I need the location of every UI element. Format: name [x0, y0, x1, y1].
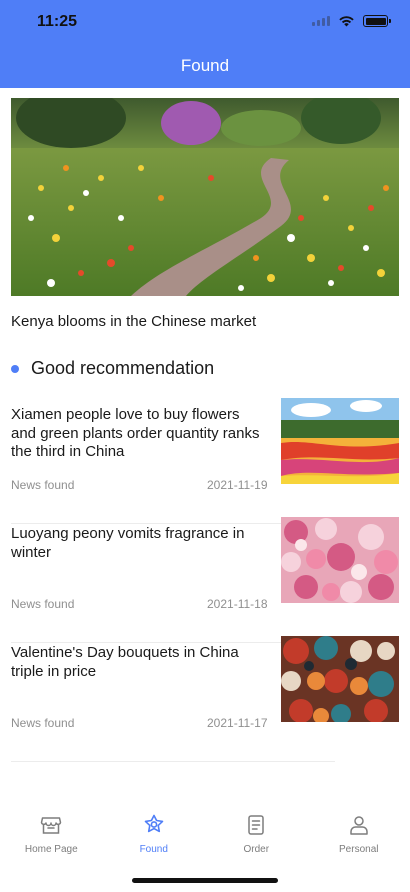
storefront-icon — [41, 817, 62, 834]
bullet-dot-icon — [11, 364, 19, 373]
banner-image[interactable] — [11, 98, 399, 296]
news-date: 2021-11-19 — [207, 478, 268, 492]
person-icon — [350, 816, 368, 835]
news-source: News found — [11, 478, 75, 492]
flower-garden-image — [11, 98, 399, 296]
news-title: Xiamen people love to buy flowers and gr… — [11, 406, 260, 460]
news-source: News found — [11, 716, 75, 730]
tab-personal[interactable]: Personal — [308, 805, 410, 865]
app-header: 11:25 Found — [0, 0, 410, 88]
news-thumbnail — [281, 398, 399, 484]
wifi-icon — [339, 16, 354, 27]
flower-icon — [144, 814, 164, 833]
tab-label: Home Page — [24, 844, 78, 855]
document-icon — [248, 815, 264, 835]
news-title: Luoyang peony vomits fragrance in winter — [11, 525, 245, 561]
tab-label: Personal — [339, 844, 379, 855]
status-icons — [312, 15, 391, 27]
news-list-item[interactable]: Luoyang peony vomits fragrance in winter… — [11, 517, 399, 643]
page-title: Found — [180, 56, 230, 75]
news-title: Valentine's Day bouquets in China triple… — [11, 644, 239, 680]
news-list-item[interactable]: Xiamen people love to buy flowers and gr… — [11, 398, 399, 524]
news-list-item[interactable]: Valentine's Day bouquets in China triple… — [11, 636, 399, 762]
section-title: Good recommendation — [31, 358, 215, 378]
status-bar: 11:25 — [0, 0, 410, 44]
tab-home-page[interactable]: Home Page — [0, 805, 103, 865]
cellular-signal-icon — [312, 16, 330, 26]
news-thumbnail — [281, 517, 399, 603]
banner-caption[interactable]: Kenya blooms in the Chinese market — [11, 313, 256, 330]
tab-found[interactable]: Found — [103, 805, 206, 865]
section-header: Good recommendation — [11, 358, 214, 379]
status-time: 11:25 — [37, 13, 78, 30]
bottom-tab-bar: Home Page Found Order Personal — [0, 805, 410, 865]
home-indicator[interactable] — [132, 878, 278, 883]
tab-order[interactable]: Order — [205, 805, 308, 865]
battery-icon — [363, 15, 391, 27]
news-date: 2021-11-18 — [207, 597, 268, 611]
list-divider — [11, 761, 335, 762]
news-date: 2021-11-17 — [207, 716, 268, 730]
tab-label: Order — [243, 844, 270, 855]
tab-label: Found — [139, 844, 168, 855]
news-source: News found — [11, 597, 75, 611]
news-thumbnail — [281, 636, 399, 722]
